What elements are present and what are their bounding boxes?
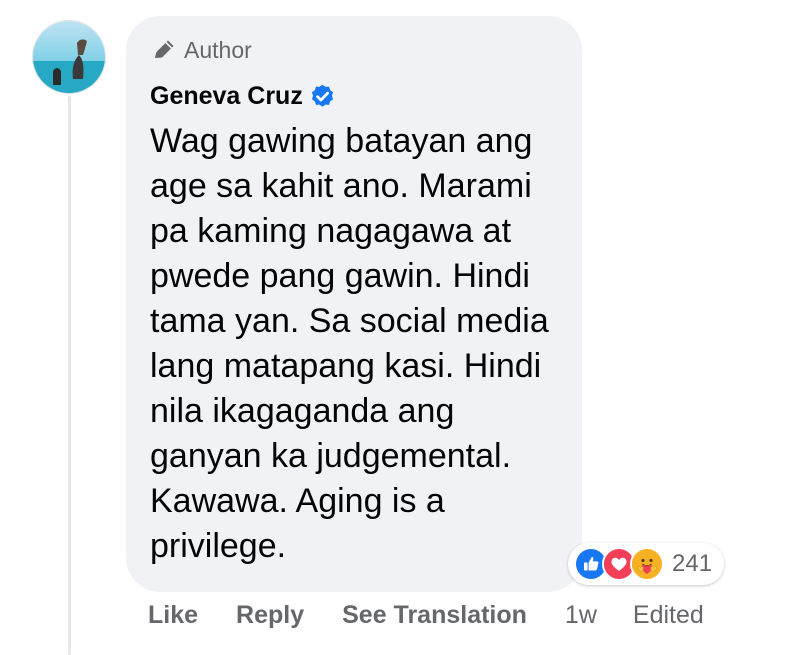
author-badge-label: Author (184, 37, 252, 63)
see-translation-button[interactable]: See Translation (342, 598, 527, 632)
comment-line: lang matapang kasi. Hindi (150, 347, 542, 385)
comment-line: ganyan ka judgemental. (150, 437, 512, 475)
comment-line: nila ikagaganda ang (150, 392, 455, 430)
edited-label[interactable]: Edited (633, 598, 704, 632)
comment-line: tama yan. Sa social media (150, 302, 549, 340)
thread-line (68, 96, 71, 655)
comment-text: Wag gawing batayan ang age sa kahit ano.… (150, 119, 570, 569)
reaction-count: 241 (672, 550, 713, 577)
pencil-icon (150, 36, 178, 64)
comment-bubble: Author Geneva Cruz Wag gawing batayan an… (126, 16, 582, 592)
comment-line: pwede pang gawin. Hindi (150, 257, 530, 295)
reply-button[interactable]: Reply (236, 598, 304, 632)
author-name-row: Geneva Cruz (150, 81, 336, 111)
author-name[interactable]: Geneva Cruz (150, 81, 303, 111)
care-reaction-icon (630, 547, 664, 581)
avatar[interactable] (32, 20, 106, 94)
comment-timestamp[interactable]: 1w (565, 598, 597, 632)
like-button[interactable]: Like (148, 598, 198, 632)
comment-line: pa kaming nagagawa at (150, 212, 512, 250)
comment-actions: Like Reply See Translation 1w Edited (148, 598, 740, 632)
comment-line: privilege. (150, 527, 287, 565)
comment-line: Wag gawing batayan ang (150, 122, 533, 160)
reactions-summary[interactable]: 241 (568, 543, 725, 585)
verified-check-icon (309, 83, 336, 110)
comment-line: Kawawa. Aging is a (150, 482, 445, 520)
comment-line: age sa kahit ano. Marami (150, 167, 532, 205)
author-badge: Author (150, 36, 252, 64)
